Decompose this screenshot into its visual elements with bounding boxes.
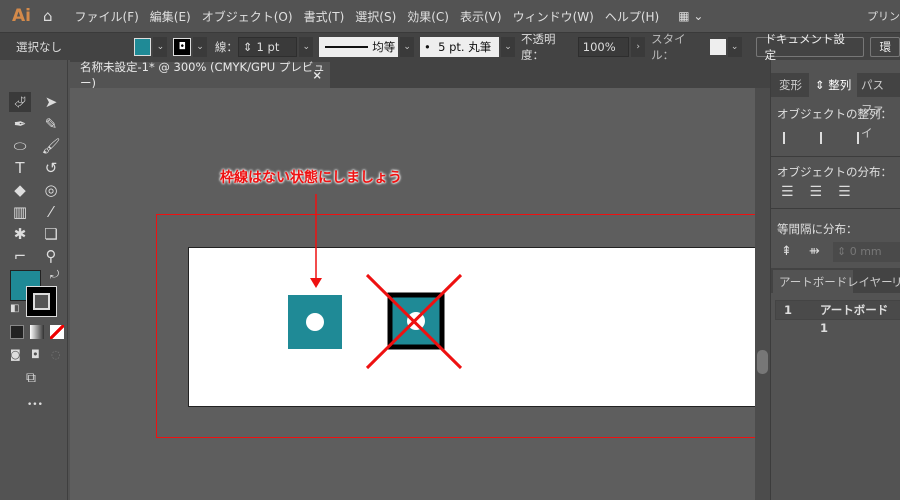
menu-object[interactable]: オブジェクト(O) bbox=[202, 8, 293, 25]
style-swatch[interactable] bbox=[709, 38, 726, 55]
annotation-graphics bbox=[288, 194, 463, 370]
tab-more[interactable]: リ bbox=[885, 270, 900, 294]
horizontal-spacing-icon[interactable]: ⇻ bbox=[809, 244, 820, 259]
opacity-input[interactable]: 100% bbox=[577, 36, 630, 57]
tab-align[interactable]: ⇕ 整列 bbox=[809, 73, 858, 97]
align-objects-heading: オブジェクトの整列： bbox=[777, 107, 892, 121]
stroke-weight-input[interactable]: ⇕ 1 pt bbox=[237, 36, 298, 57]
swap-fill-stroke-icon[interactable]: ⤾ bbox=[50, 268, 59, 282]
zoom-tool-icon[interactable]: ⚲ bbox=[40, 246, 62, 266]
menu-print[interactable]: プリン bbox=[867, 8, 900, 24]
draw-inside-icon[interactable]: ◌ bbox=[51, 348, 61, 361]
document-tab[interactable]: 名称未設定-1* @ 300% (CMYK/GPU プレビュー) × bbox=[70, 60, 330, 90]
app-logo: Ai bbox=[12, 6, 31, 26]
fill-swatch[interactable] bbox=[133, 37, 152, 56]
menu-view[interactable]: 表示(V) bbox=[460, 8, 502, 25]
distribute-objects-heading: オブジェクトの分布： bbox=[777, 165, 892, 179]
menu-effect[interactable]: 効果(C) bbox=[407, 8, 449, 25]
selection-tool-icon[interactable]: ⮰ bbox=[9, 92, 31, 112]
vertical-spacing-icon[interactable]: ⇞ bbox=[781, 244, 792, 259]
type-tool-icon[interactable]: T bbox=[9, 158, 31, 178]
style-label: スタイル： bbox=[651, 31, 686, 62]
puppet-warp-tool-icon[interactable]: ✱ bbox=[9, 224, 31, 244]
arrow-head bbox=[310, 278, 322, 288]
chevron-down-icon[interactable]: ⌄ bbox=[727, 36, 742, 57]
default-colors-icon[interactable]: ◧ bbox=[10, 303, 19, 314]
paintbrush-tool-icon[interactable]: 🖌 bbox=[40, 136, 62, 156]
document-title: 名称未設定-1* @ 300% (CMYK/GPU プレビュー) bbox=[80, 60, 325, 90]
document-setup-button[interactable]: ドキュメント設定 bbox=[755, 32, 865, 62]
artboard-list-row[interactable]: 1 アートボード 1 bbox=[775, 300, 900, 335]
control-bar: 選択なし ⌄ ◘ ⌄ 線： ⇕ 1 pt ⌄ 均等 ⌄ • 5 pt. 丸筆 ⌄… bbox=[0, 31, 900, 62]
right-panel: 変形 ⇕ 整列 パスファイ オブジェクトの整列： オブジェクトの分布： ☰☰☰ … bbox=[770, 60, 900, 500]
align-center-icon[interactable] bbox=[815, 132, 822, 144]
menu-bar: Ai ⌂ ファイル(F) 編集(E) オブジェクト(O) 書式(T) 選択(S)… bbox=[0, 0, 900, 32]
artboard-tool-icon[interactable]: ⌐ bbox=[9, 246, 31, 266]
chevron-right-icon[interactable]: › bbox=[631, 36, 646, 57]
screen-mode-icon[interactable]: ⧉ bbox=[26, 370, 36, 386]
align-right-icon[interactable] bbox=[845, 132, 859, 144]
rotate-tool-icon[interactable]: ↺ bbox=[40, 158, 62, 178]
preferences-button[interactable]: 環 bbox=[870, 36, 900, 57]
menu-edit[interactable]: 編集(E) bbox=[150, 8, 191, 25]
eraser-tool-icon[interactable]: ◆ bbox=[9, 180, 31, 200]
direct-selection-tool-icon[interactable]: ➤ bbox=[40, 92, 62, 112]
stroke-color-box[interactable] bbox=[26, 286, 57, 317]
variable-width-profile[interactable]: 均等 bbox=[319, 36, 399, 57]
chevron-down-icon[interactable]: ⌄ bbox=[299, 36, 314, 57]
pen-tool-icon[interactable]: ✒ bbox=[9, 114, 31, 134]
canvas[interactable]: 枠線はない状態にしましょう bbox=[70, 88, 755, 500]
gradient-mode-icon[interactable] bbox=[30, 325, 44, 339]
menu-window[interactable]: ウィンドウ(W) bbox=[513, 8, 594, 25]
artboard-number: 1 bbox=[784, 303, 793, 317]
more-tools-button[interactable]: ••• bbox=[27, 400, 43, 410]
distribute-spacing-heading: 等間隔に分布： bbox=[777, 222, 858, 236]
draw-behind-icon[interactable]: ◘ bbox=[31, 348, 40, 361]
chevron-down-icon[interactable]: ⌄ bbox=[400, 36, 415, 57]
close-icon[interactable]: × bbox=[312, 68, 322, 82]
spacing-value: 0 mm bbox=[849, 245, 882, 258]
tab-align-label: 整列 bbox=[828, 78, 852, 92]
stroke-weight-value: 1 pt bbox=[256, 39, 280, 54]
menu-type[interactable]: 書式(T) bbox=[304, 8, 345, 25]
profile-label: 均等 bbox=[372, 39, 396, 54]
menu-select[interactable]: 選択(S) bbox=[355, 8, 396, 25]
distribute-icons[interactable]: ☰☰☰ bbox=[781, 184, 867, 200]
shape-builder-tool-icon[interactable]: ◎ bbox=[40, 180, 62, 200]
color-mode-icon[interactable] bbox=[10, 325, 24, 339]
align-left-icon[interactable] bbox=[783, 132, 797, 144]
chevron-down-icon[interactable]: ⌄ bbox=[501, 36, 515, 57]
draw-normal-icon[interactable]: ◙ bbox=[10, 348, 21, 361]
artboard-name: アートボード 1 bbox=[820, 303, 889, 335]
curvature-tool-icon[interactable]: ✎ bbox=[40, 114, 62, 134]
shape-hole bbox=[306, 313, 324, 331]
chevron-down-icon[interactable]: ⌄ bbox=[193, 36, 207, 57]
tab-transform[interactable]: 変形 bbox=[773, 73, 808, 97]
tools-panel: ⮰ ➤ ✒ ✎ ⬭ 🖌 T ↺ ◆ ◎ ▥ ⁄ ✱ ❏ ⌐ ⚲ ⤾ ◧ ◙ ◘ … bbox=[0, 60, 68, 500]
home-icon[interactable]: ⌂ bbox=[43, 7, 53, 25]
eyedropper-tool-icon[interactable]: ⁄ bbox=[40, 202, 62, 222]
document-tab-bar: 名称未設定-1* @ 300% (CMYK/GPU プレビュー) × bbox=[70, 60, 770, 90]
workspace-layout-icon[interactable]: ▦ ⌄ bbox=[678, 9, 703, 23]
spacing-input[interactable]: ⇕ 0 mm bbox=[833, 242, 900, 262]
brush-label: 5 pt. 丸筆 bbox=[438, 39, 492, 54]
opacity-label: 不透明度： bbox=[520, 31, 556, 62]
gradient-tool-icon[interactable]: ▥ bbox=[9, 202, 31, 222]
ellipse-tool-icon[interactable]: ⬭ bbox=[9, 136, 31, 156]
brush-definition[interactable]: • 5 pt. 丸筆 bbox=[420, 36, 500, 57]
vertical-scrollbar[interactable] bbox=[755, 88, 770, 500]
scroll-thumb[interactable] bbox=[757, 350, 768, 374]
stroke-swatch[interactable]: ◘ bbox=[173, 37, 192, 56]
selection-status: 選択なし bbox=[16, 39, 62, 54]
symbol-sprayer-tool-icon[interactable]: ❏ bbox=[40, 224, 62, 244]
stroke-label: 線： bbox=[214, 39, 238, 54]
menu-file[interactable]: ファイル(F) bbox=[75, 8, 139, 25]
tab-pathfinder[interactable]: パスファイ bbox=[855, 73, 900, 140]
menu-help[interactable]: ヘルプ(H) bbox=[605, 8, 659, 25]
none-mode-icon[interactable] bbox=[50, 325, 64, 339]
chevron-down-icon[interactable]: ⌄ bbox=[153, 36, 168, 57]
